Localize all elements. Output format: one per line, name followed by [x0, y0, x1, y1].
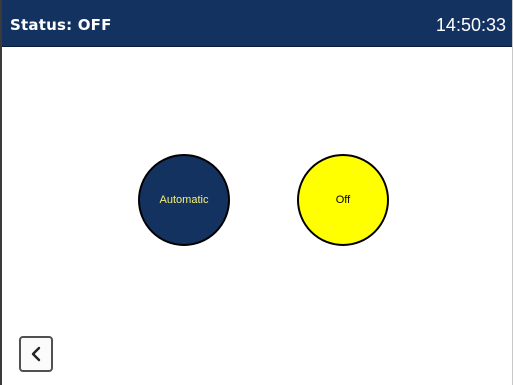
- off-mode-button[interactable]: Off: [297, 154, 389, 246]
- clock: 14:50:33: [435, 15, 506, 35]
- automatic-mode-button[interactable]: Automatic: [138, 154, 230, 246]
- chevron-left-icon: [30, 346, 42, 362]
- automatic-mode-label: Automatic: [159, 194, 209, 206]
- status-label: Status: OFF: [10, 16, 112, 34]
- off-mode-label: Off: [335, 194, 351, 206]
- status-bar: Status: OFF 14:50:33: [2, 0, 512, 47]
- hmi-screen: Status: OFF 14:50:33 Automatic Off: [0, 0, 513, 385]
- back-button[interactable]: [19, 336, 53, 372]
